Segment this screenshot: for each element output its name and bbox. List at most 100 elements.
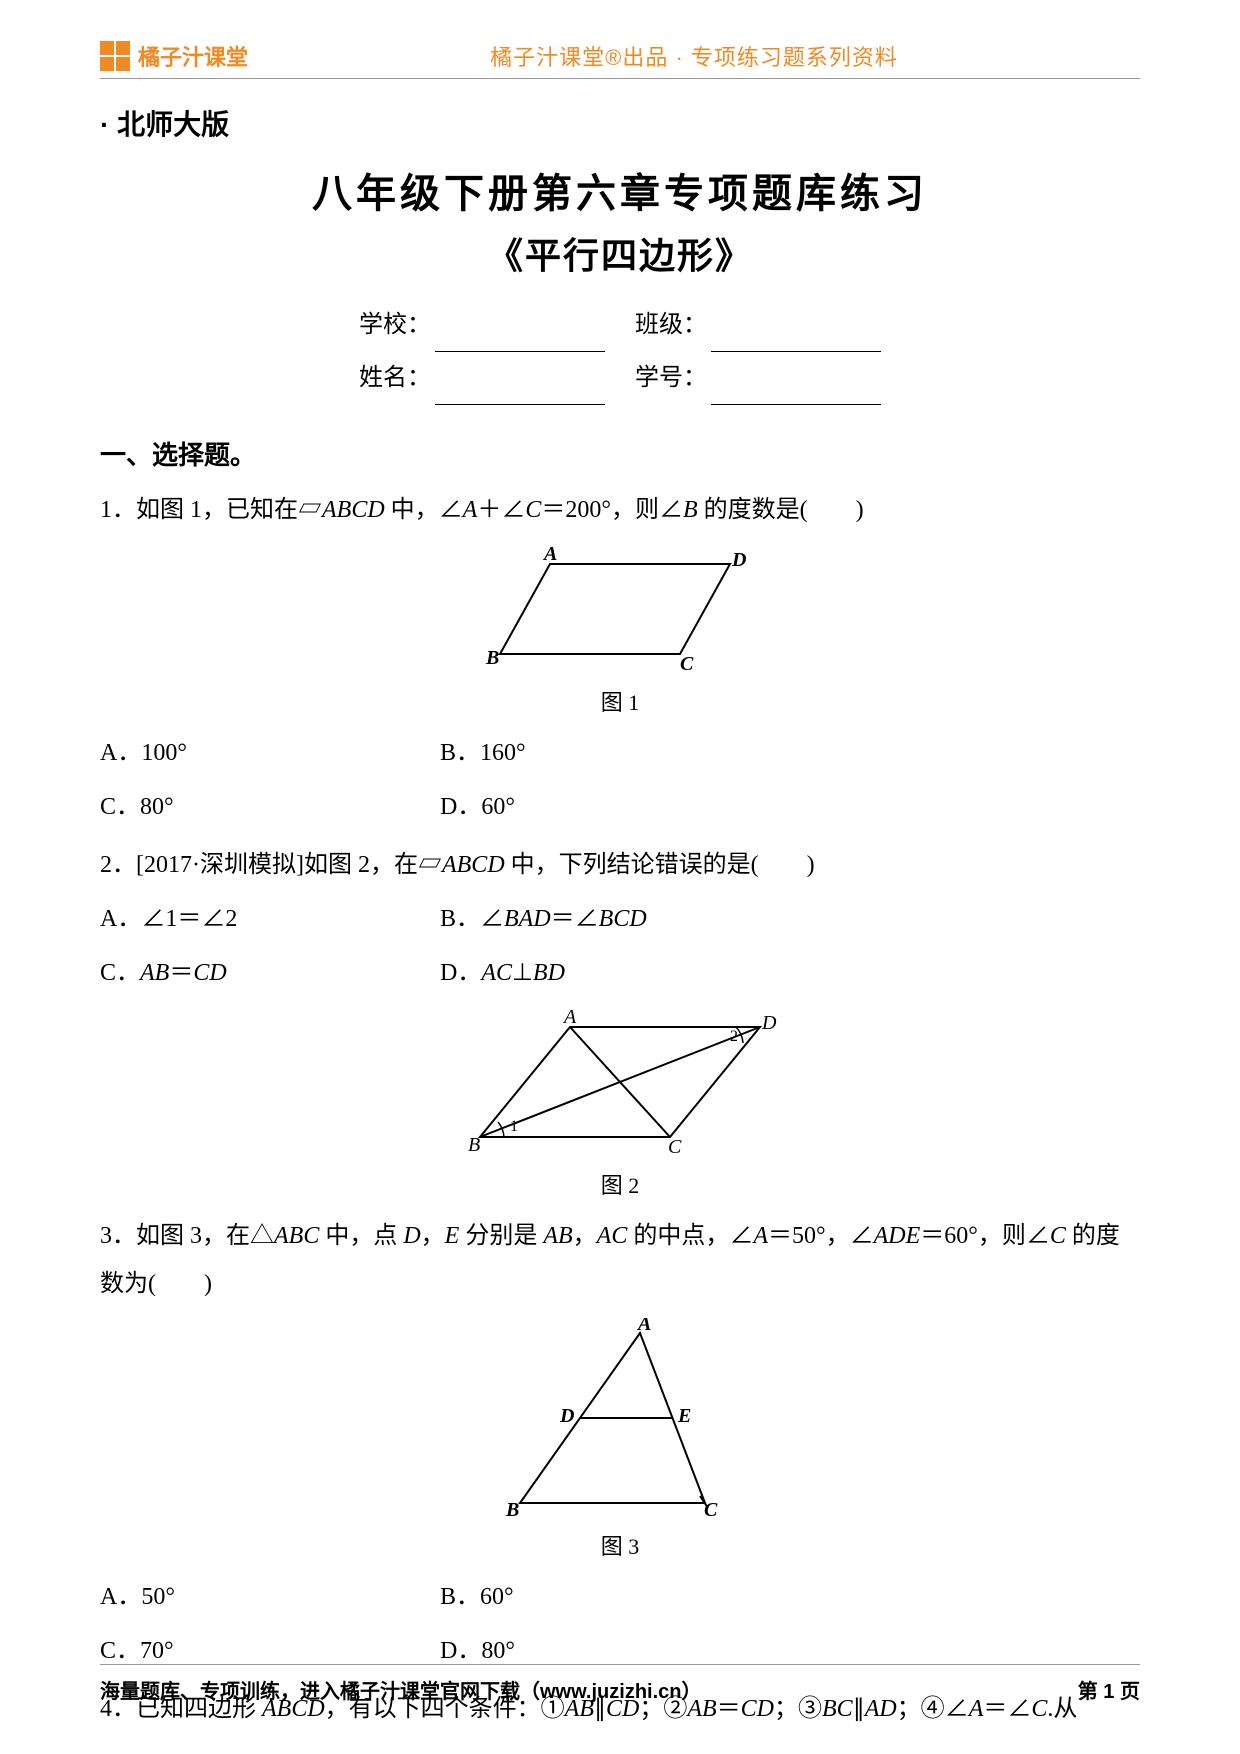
q2-opt-c: C．AB＝CD [100,949,400,997]
q2c-mid: ＝ [169,960,193,986]
q3-t2: 中，点 [319,1223,403,1249]
q1-B: B [683,497,698,523]
q3-t1: 3．如图 3，在△ [100,1223,274,1249]
svg-text:C: C [668,1136,682,1157]
id-label: 学号： [635,352,707,405]
brand-logo: 橘子汁课堂 [100,40,248,72]
svg-text:C: C [680,653,694,674]
q3-t7: ＝50°，∠ [768,1223,874,1249]
header-rule [100,78,1140,79]
id-blank[interactable] [711,382,881,405]
q3-angC: C [1050,1223,1066,1249]
svg-text:2: 2 [730,1028,738,1045]
school-label: 学校： [359,299,431,352]
q1-t5: 的度数是( ) [698,497,864,523]
page-footer: 海量题库、专项训练，进入橘子汁课堂官网下载（www.juzizhi.cn） 第 … [100,1652,1140,1704]
svg-text:D: D [761,1012,777,1034]
class-blank[interactable] [711,329,881,352]
q2c-b: CD [193,960,226,986]
q3-opt-a: A．50° [100,1573,400,1621]
q2c-a: AB [140,960,169,986]
q1-text: 1．如图 1，已知在▱ [100,497,322,523]
q3-AC: AC [597,1223,628,1249]
q3-D: D [403,1223,420,1249]
brand-name: 橘子汁课堂 [138,40,248,72]
name-label: 姓名： [359,352,431,405]
svg-text:B: B [505,1499,519,1518]
sub-title: 《平行四边形》 [100,227,1140,279]
figure-2-caption: 图 2 [100,1168,1140,1200]
q3-t3: ， [421,1223,445,1249]
student-info: 学校： 班级： 姓名： 学号： [340,299,900,405]
id-field: 学号： [635,352,881,405]
figure-1-caption: 图 1 [100,685,1140,717]
q2d-b: BD [533,960,565,986]
q1-t4: ＝200°，则∠ [541,497,683,523]
q3-angA: A [753,1223,768,1249]
question-3: 3．如图 3，在△ABC 中，点 D，E 分别是 AB，AC 的中点，∠A＝50… [100,1212,1140,1308]
q1-t3: ＋∠ [477,497,525,523]
q2c-pre: C． [100,960,140,986]
q2d-a: AC [481,960,512,986]
q2-t2: 中，下列结论错误的是( ) [505,852,815,878]
main-title: 八年级下册第六章专项题库练习 [100,161,1140,219]
q3-t8: ＝60°，则∠ [920,1223,1050,1249]
q2b-mid: ＝∠ [551,906,599,932]
class-field: 班级： [635,299,881,352]
svg-text:C: C [704,1499,718,1518]
figure-3-caption: 图 3 [100,1529,1140,1561]
logo-icon [100,41,130,71]
figure-3-svg: A B C D E [490,1318,750,1518]
q3-ADE: ADE [874,1223,921,1249]
svg-text:D: D [731,549,746,571]
school-blank[interactable] [435,329,605,352]
q2-options: A．∠1＝∠2 B．∠BAD＝∠BCD C．AB＝CD D．AC⊥BD [100,895,1140,997]
figure-1: A D B C [100,544,1140,681]
q3-t4: 分别是 [459,1223,543,1249]
footer-left: 海量题库、专项训练，进入橘子汁课堂官网下载（www.juzizhi.cn） [100,1675,701,1704]
class-label: 班级： [635,299,707,352]
name-field: 姓名： [359,352,605,405]
page-header: 橘子汁课堂 橘子汁课堂®出品 · 专项练习题系列资料 [100,40,1140,72]
q2-opt-b: B．∠BAD＝∠BCD [440,895,740,943]
figure-2-svg: A D B C 1 2 [460,1007,780,1157]
q1-t2: 中，∠ [385,497,463,523]
name-blank[interactable] [435,382,605,405]
svg-text:A: A [542,544,557,565]
q1-opt-c: C．80° [100,783,400,831]
q1-abcd: ABCD [322,497,385,523]
q2b-a: BAD [504,906,551,932]
q2-abcd: ABCD [442,852,505,878]
footer-rule [100,1664,1140,1665]
footer-page: 第 1 页 [1078,1675,1140,1704]
q3-abc: ABC [274,1223,319,1249]
q1-C: C [525,497,541,523]
school-field: 学校： [359,299,605,352]
q3-AB: AB [543,1223,572,1249]
question-2: 2．[2017·深圳模拟]如图 2，在▱ABCD 中，下列结论错误的是( ) [100,841,1140,889]
q1-opt-b: B．160° [440,729,740,777]
figure-3: A B C D E [100,1318,1140,1525]
q2-t1: 2．[2017·深圳模拟]如图 2，在▱ [100,852,442,878]
q1-opt-a: A．100° [100,729,400,777]
q3-E: E [445,1223,460,1249]
section-1-heading: 一、选择题。 [100,435,1140,472]
svg-text:B: B [485,647,499,669]
q2d-pre: D． [440,960,481,986]
q3-t5: ， [573,1223,597,1249]
q1-A: A [463,497,478,523]
figure-2: A D B C 1 2 [100,1007,1140,1164]
q2-opt-a: A．∠1＝∠2 [100,895,400,943]
svg-text:B: B [468,1134,480,1156]
question-1: 1．如图 1，已知在▱ABCD 中，∠A＋∠C＝200°，则∠B 的度数是( ) [100,486,1140,534]
svg-text:A: A [636,1318,651,1335]
q2b-pre: B．∠ [440,906,504,932]
figure-1-svg: A D B C [480,544,760,674]
svg-text:D: D [559,1405,574,1427]
svg-text:A: A [562,1007,577,1028]
q3-opt-b: B．60° [440,1573,740,1621]
header-subtitle: 橘子汁课堂®出品 · 专项练习题系列资料 [248,40,1140,72]
q3-t6: 的中点，∠ [627,1223,753,1249]
svg-text:1: 1 [510,1118,518,1135]
q2b-b: BCD [599,906,647,932]
